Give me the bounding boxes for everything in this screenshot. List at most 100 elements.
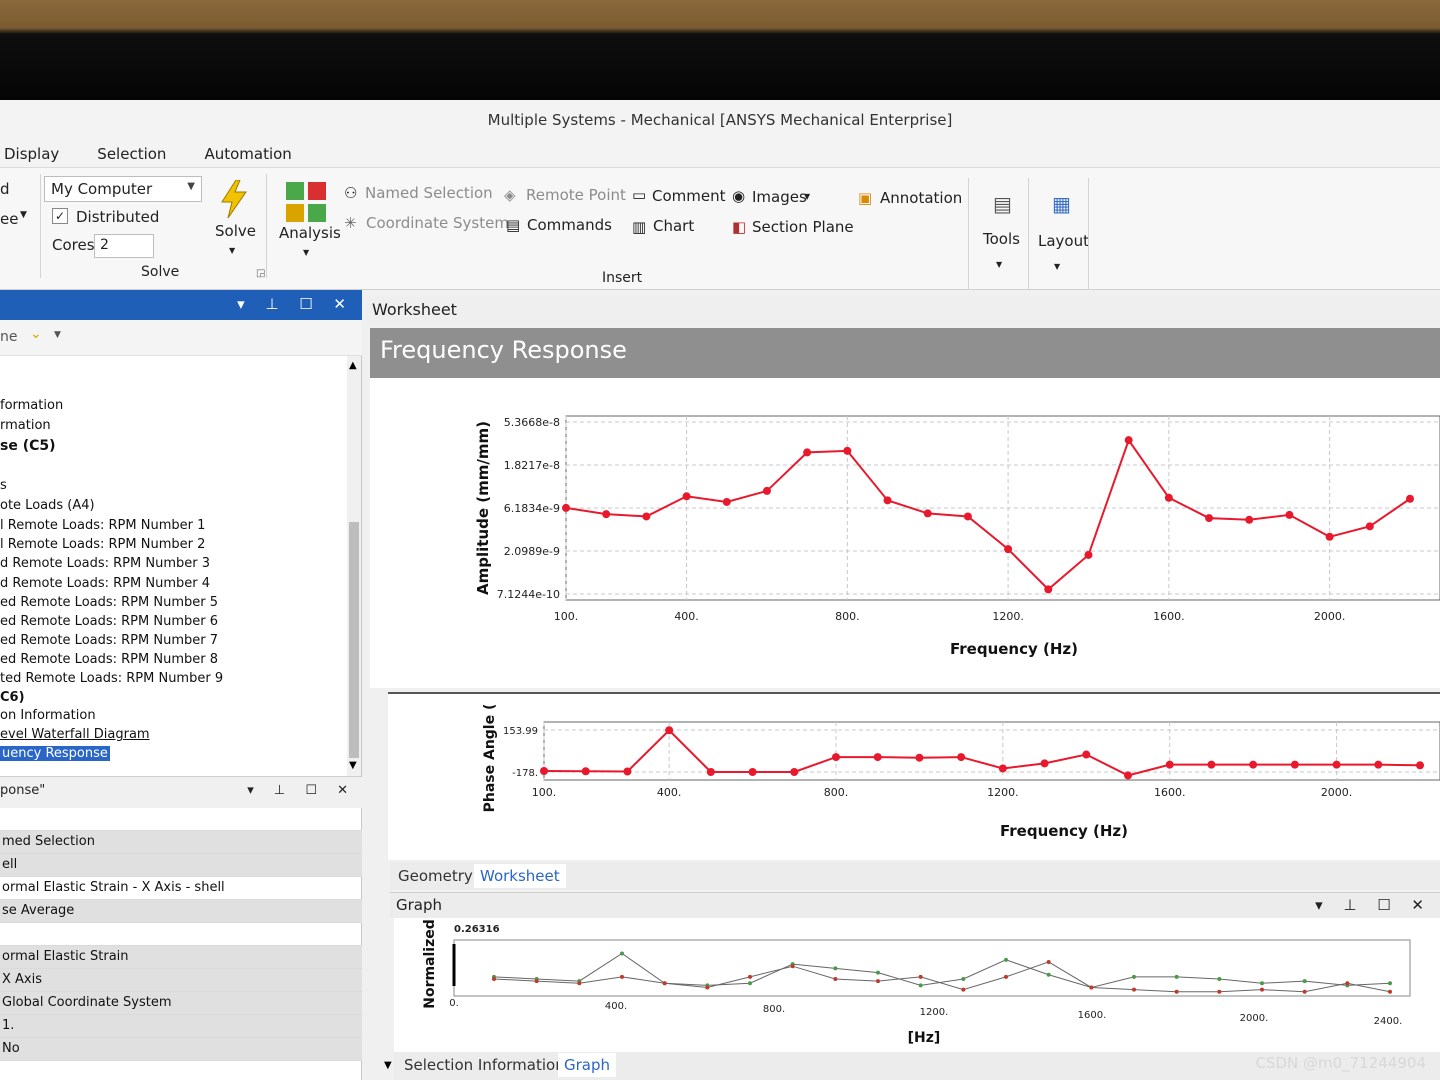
worksheet-title: Frequency Response <box>370 328 1440 378</box>
tree-item[interactable]: ed Remote Loads: RPM Number 6 <box>0 614 218 629</box>
scrollbar-thumb[interactable] <box>349 522 359 758</box>
comment-button[interactable]: Comment <box>652 187 726 205</box>
data-point <box>1124 771 1132 780</box>
solve-button[interactable]: Solve ▼ <box>212 176 256 266</box>
tree-item[interactable]: d Remote Loads: RPM Number 4 <box>0 576 210 591</box>
data-point <box>873 753 882 762</box>
menu-selection[interactable]: Selection <box>97 145 166 163</box>
details-row[interactable]: Global Coordinate System <box>0 992 362 1015</box>
scroll-down-icon[interactable]: ▼ <box>384 1060 392 1071</box>
tree-item[interactable]: ed Remote Loads: RPM Number 7 <box>0 633 218 648</box>
commands-button[interactable]: Commands <box>527 216 612 234</box>
images-button[interactable]: Images <box>752 188 807 206</box>
coordinate-system-button[interactable]: Coordinate System <box>366 214 509 232</box>
y-tick-label: -178. <box>512 768 538 779</box>
data-point <box>623 767 632 776</box>
pane-controls[interactable]: ▾ ⊥ ☐ ✕ <box>237 295 354 313</box>
data-point <box>1416 761 1424 770</box>
details-row[interactable]: X Axis <box>0 969 362 992</box>
details-row[interactable]: ell <box>0 854 362 877</box>
series-line <box>565 437 1411 591</box>
chart-icon: ▥ <box>632 218 647 236</box>
details-row[interactable]: ormal Elastic Strain <box>0 946 362 969</box>
x-tick-label: 400. <box>674 610 699 623</box>
plot-frame <box>543 721 1440 781</box>
tools-icon: ▤ <box>993 192 1012 216</box>
tree-item-selected[interactable]: uency Response <box>0 746 110 761</box>
chevron-down-icon[interactable]: ⌄ <box>30 326 42 342</box>
dialog-launcher-icon[interactable]: ◲ <box>256 268 265 279</box>
chart-button[interactable]: Chart <box>653 217 694 235</box>
comment-icon: ▭ <box>632 186 647 204</box>
tree-item[interactable]: ote Loads (A4) <box>0 498 95 513</box>
analysis-icon <box>286 182 326 222</box>
pane-controls[interactable]: ▾ ⊥ ☐ ✕ <box>247 783 356 798</box>
data-point <box>957 753 966 762</box>
tree-item[interactable]: evel Waterfall Diagram <box>0 727 150 742</box>
tree-item[interactable]: rmation <box>0 418 51 433</box>
ribbon-partial-item-1[interactable]: d <box>0 180 10 198</box>
graph-title: Graph <box>396 896 443 914</box>
x-tick-label: 100. <box>532 786 557 799</box>
tab-geometry[interactable]: Geometry <box>398 867 473 885</box>
menu-display[interactable]: Display <box>4 145 59 163</box>
chevron-down-icon: ▼ <box>229 246 236 255</box>
data-point <box>1164 493 1173 502</box>
analysis-button[interactable]: Analysis ▼ <box>278 178 341 268</box>
tree-item[interactable]: on Information <box>0 708 96 723</box>
layout-button[interactable]: ▦ Layout ▼ <box>1036 188 1089 272</box>
data-point <box>1046 972 1051 977</box>
data-point <box>1245 515 1254 524</box>
tree-item[interactable]: l Remote Loads: RPM Number 2 <box>0 537 205 552</box>
tree-item[interactable]: ed Remote Loads: RPM Number 5 <box>0 595 218 610</box>
distributed-checkbox[interactable]: ✓ <box>52 208 68 224</box>
scroll-down-icon[interactable]: ▼ <box>349 760 357 771</box>
details-row[interactable]: No <box>0 1038 362 1061</box>
tab-worksheet[interactable]: Worksheet <box>474 864 566 888</box>
details-row[interactable]: med Selection <box>0 831 362 854</box>
data-point <box>534 979 539 984</box>
computer-select[interactable]: My Computer ▼ <box>44 176 202 202</box>
details-row[interactable]: se Average <box>0 900 362 923</box>
tree-item[interactable]: ted Remote Loads: RPM Number 9 <box>0 671 223 686</box>
ribbon-partial-item-2[interactable]: ee <box>0 210 18 228</box>
x-tick-label: 2000. <box>1240 1013 1269 1024</box>
tree-item[interactable]: C6) <box>0 690 25 705</box>
outline-filter-input[interactable]: ne <box>0 329 18 345</box>
tree-item[interactable]: d Remote Loads: RPM Number 3 <box>0 556 210 571</box>
tree-item[interactable]: s <box>0 478 7 493</box>
details-row[interactable] <box>0 923 362 946</box>
details-pane-header: ponse" ▾ ⊥ ☐ ✕ <box>0 776 362 808</box>
outline-scrollbar[interactable]: ▲ ▼ <box>347 356 361 776</box>
tools-button[interactable]: ▤ Tools ▼ <box>980 188 1026 272</box>
details-row[interactable] <box>0 808 362 831</box>
data-point <box>1345 981 1350 986</box>
tree-item[interactable]: l Remote Loads: RPM Number 1 <box>0 518 205 533</box>
dropdown-arrow-icon[interactable]: ▼ <box>54 330 61 340</box>
data-point <box>577 981 582 986</box>
details-row[interactable]: ormal Elastic Strain - X Axis - shell <box>0 877 362 900</box>
details-row[interactable]: 1. <box>0 1015 362 1038</box>
tree-item[interactable]: formation <box>0 398 63 413</box>
pane-controls[interactable]: ▾ ⊥ ☐ ✕ <box>1315 896 1432 914</box>
scroll-up-icon[interactable]: ▲ <box>349 360 357 371</box>
menu-automation[interactable]: Automation <box>204 145 291 163</box>
annotation-button[interactable]: Annotation <box>880 189 962 207</box>
x-tick-label: 2000. <box>1321 786 1353 799</box>
data-point <box>918 983 923 988</box>
chevron-down-icon: ▼ <box>1054 262 1061 271</box>
tab-graph[interactable]: Graph <box>558 1053 617 1077</box>
tree-item[interactable]: se (C5) <box>0 438 56 454</box>
outline-pane: ▾ ⊥ ☐ ✕ ne ⌄ ▼ formation rmation se (C5)… <box>0 290 362 1080</box>
tree-item[interactable]: ed Remote Loads: RPM Number 8 <box>0 652 218 667</box>
named-selection-button[interactable]: Named Selection <box>365 184 493 202</box>
outline-toolbar: ne ⌄ ▼ <box>0 320 362 356</box>
remote-point-button[interactable]: Remote Point <box>526 186 626 204</box>
data-point <box>748 768 757 776</box>
app-window: Multiple Systems - Mechanical [ANSYS Mec… <box>0 100 1440 1080</box>
cores-input[interactable]: 2 <box>94 234 154 258</box>
tab-selection-information[interactable]: Selection Information <box>404 1056 565 1074</box>
ribbon: d ee ▼ My Computer ▼ ✓ Distributed Cores… <box>0 168 1440 290</box>
analysis-button-label: Analysis <box>279 224 341 242</box>
section-plane-button[interactable]: Section Plane <box>752 218 854 236</box>
